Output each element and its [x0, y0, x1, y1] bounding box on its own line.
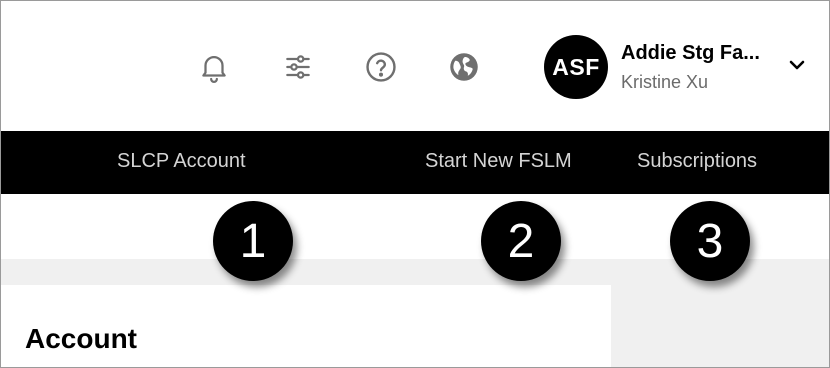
notifications-button[interactable] — [196, 49, 232, 85]
user-avatar[interactable]: ASF — [544, 35, 608, 99]
user-subtitle: Kristine Xu — [621, 72, 709, 92]
sliders-icon — [282, 51, 314, 83]
top-header: ASF Addie Stg Fa... Kristine Xu — [1, 1, 829, 131]
avatar-initials: ASF — [552, 53, 600, 80]
callout-2: 2 — [481, 201, 561, 281]
app-window: ASF Addie Stg Fa... Kristine Xu SLCP Acc… — [0, 0, 830, 368]
main-nav: SLCP Account Start New FSLM Subscription… — [1, 131, 829, 304]
help-button[interactable] — [363, 49, 399, 85]
nav-item-slcp-account[interactable]: SLCP Account — [117, 131, 246, 194]
callout-3: 3 — [670, 201, 750, 281]
page-title: Account — [25, 323, 137, 354]
account-menu-toggle[interactable] — [784, 56, 810, 78]
language-button[interactable] — [446, 49, 482, 85]
nav-item-subscriptions[interactable]: Subscriptions — [637, 131, 757, 194]
bell-icon — [197, 50, 231, 84]
callout-1: 1 — [213, 201, 293, 281]
chevron-down-icon — [787, 58, 807, 77]
filters-button[interactable] — [280, 49, 316, 85]
help-icon — [364, 50, 398, 84]
nav-item-start-new-fslm[interactable]: Start New FSLM — [425, 131, 572, 194]
globe-icon — [449, 52, 479, 82]
user-name[interactable]: Addie Stg Fa... — [621, 42, 760, 65]
